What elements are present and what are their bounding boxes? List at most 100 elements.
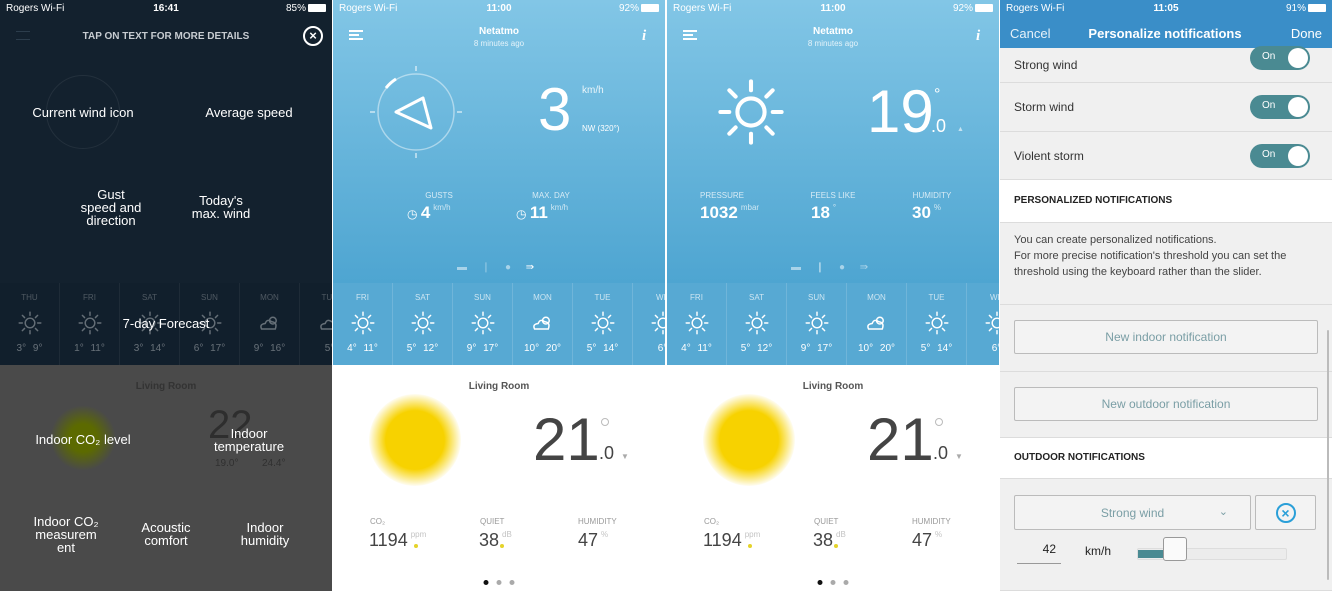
forecast-day[interactable]: TUE 5° 14° (573, 283, 633, 365)
forecast-day[interactable]: WE 6° (967, 283, 999, 365)
menu-icon (16, 31, 30, 40)
forecast-day-label: FRI (690, 293, 703, 302)
forecast-day-label: WE (656, 293, 665, 302)
humidity-value[interactable]: 47% (578, 530, 608, 551)
label-max-wind[interactable]: Today's max. wind (192, 194, 251, 220)
toggle-state: On (1262, 100, 1276, 111)
forecast-day-label: MON (533, 293, 552, 302)
forecast-day[interactable]: SAT 5° 12° (393, 283, 453, 365)
scrollbar[interactable] (1327, 330, 1329, 580)
label-current-wind-icon[interactable]: Current wind icon (32, 106, 133, 119)
quiet-value[interactable]: 38 dB (479, 530, 512, 551)
quiet-value[interactable]: 38 dB (813, 530, 846, 551)
indoor-temp[interactable]: 21 (533, 408, 600, 472)
toggle-switch[interactable]: On (1250, 46, 1310, 70)
co2-value[interactable]: 1194 ppm (703, 530, 760, 551)
cloud-sun-icon (866, 316, 884, 330)
sun-icon (77, 311, 102, 335)
forecast-day[interactable]: FRI 1° 11° (60, 283, 120, 365)
label-indoor-temp[interactable]: Indoor temperature (214, 427, 284, 453)
forecast-day[interactable]: MON 10° 20° (847, 283, 907, 365)
forecast-temps: 5° (324, 343, 332, 354)
info-icon[interactable]: i (642, 28, 646, 45)
battery-percent: 91% (1285, 3, 1306, 14)
drop-icon[interactable]: ● (839, 262, 845, 273)
new-outdoor-notification-button[interactable]: New outdoor notification (1014, 387, 1318, 421)
gusts-value[interactable]: ◷ 4 km/h (407, 203, 451, 223)
outdoor-temp[interactable]: 19 (867, 80, 934, 144)
indoor-temp[interactable]: 21 (867, 408, 934, 472)
forecast-temps: 3° 9° (16, 343, 43, 354)
menu-icon[interactable] (349, 30, 363, 40)
carrier: Rogers Wi-Fi (6, 3, 65, 14)
info-icon[interactable]: i (976, 28, 980, 45)
label-humidity[interactable]: Indoor humidity (241, 521, 289, 547)
label-gust[interactable]: Gust speed and direction (81, 188, 142, 227)
toggle-switch[interactable]: On (1250, 143, 1310, 168)
delete-notification-button[interactable]: × (1255, 495, 1316, 530)
indoor-temp-decimal: .0 (933, 443, 949, 463)
forecast-day[interactable]: SUN 9° 17° (453, 283, 513, 365)
forecast-day-label: TUE (321, 293, 333, 302)
forecast-strip: FRI 4° 11° SAT 5° 12° SUN 9° 17° MON 10° 20° TUE… (667, 283, 999, 365)
forecast-day[interactable]: FRI 4° 11° (667, 283, 727, 365)
label-co2-measurement[interactable]: Indoor CO₂ measurem ent (33, 515, 98, 554)
wind-icon[interactable]: ⇛ (526, 262, 534, 273)
forecast-day[interactable]: SAT 5° 12° (727, 283, 787, 365)
forecast-day[interactable]: THU 3° 9° (0, 283, 60, 365)
co2-label: CO₂ (704, 517, 720, 526)
label-average-speed[interactable]: Average speed (205, 106, 292, 119)
close-icon[interactable]: × (303, 26, 323, 46)
car-icon[interactable]: ▬ (791, 262, 801, 273)
forecast-day[interactable]: MON 9° 16° (240, 283, 300, 365)
toggle-switch[interactable]: On (1250, 95, 1310, 119)
station-name: Netatmo (478, 26, 520, 37)
forecast-day[interactable]: MON 10° 20° (513, 283, 573, 365)
co2-number: 1194 (703, 530, 742, 550)
label-co2-level[interactable]: Indoor CO₂ level (35, 433, 130, 446)
humidity-value[interactable]: 30% (912, 203, 941, 223)
page-dot[interactable] (496, 580, 502, 585)
threshold-slider[interactable] (1137, 537, 1287, 561)
forecast-day[interactable]: TUE 5° (300, 283, 332, 365)
done-button[interactable]: Done (1291, 26, 1322, 41)
chevron-down-icon: ⌄ (1218, 506, 1228, 518)
thermometer-icon[interactable]: ❘ (482, 262, 490, 273)
humidity-value[interactable]: 47% (912, 530, 942, 551)
forecast-day[interactable]: SUN 9° 17° (787, 283, 847, 365)
notification-type-select[interactable]: Strong wind ⌄ (1014, 495, 1251, 530)
threshold-input[interactable]: 42 (1017, 542, 1061, 564)
label-forecast[interactable]: 7-day Forecast (123, 317, 210, 330)
slider-thumb[interactable] (1163, 537, 1187, 561)
co2-value[interactable]: 1194 ppm (369, 530, 426, 551)
forecast-day[interactable]: WE 6° (633, 283, 665, 365)
wind-icon[interactable]: ⇛ (860, 262, 868, 273)
label-acoustic[interactable]: Acoustic comfort (141, 521, 190, 547)
new-indoor-notification-button[interactable]: New indoor notification (1014, 320, 1318, 354)
menu-icon[interactable] (683, 30, 697, 40)
drop-icon[interactable]: ● (505, 262, 511, 273)
wind-speed[interactable]: 3 (538, 78, 571, 142)
page-dot[interactable] (843, 580, 849, 585)
feels-value[interactable]: 18 ° (811, 203, 836, 223)
clock: 11:00 (820, 3, 846, 14)
cancel-button[interactable]: Cancel (1010, 26, 1050, 41)
thermometer-icon[interactable]: ❘ (816, 262, 824, 273)
car-icon[interactable]: ▬ (457, 262, 467, 273)
page-dot[interactable] (483, 580, 489, 585)
forecast-day[interactable]: FRI 4° 11° (333, 283, 393, 365)
forecast-day-label: TUE (594, 293, 611, 302)
pressure-value[interactable]: 1032 mbar (700, 203, 759, 223)
page-dot[interactable] (830, 580, 836, 585)
forecast-day[interactable]: TUE 5° 14° (907, 283, 967, 365)
outdoor-temp-decimal: .0 (931, 116, 947, 136)
page-dot[interactable] (509, 580, 515, 585)
forecast-temps: 4° 11° (681, 343, 712, 354)
cloud-icon (319, 319, 332, 330)
maxday-value[interactable]: ◷ 11 km/h (516, 203, 568, 223)
battery-percent: 92% (952, 3, 973, 14)
pressure-unit: mbar (740, 203, 760, 212)
page-dot[interactable] (817, 580, 823, 585)
battery-icon (308, 4, 326, 13)
battery: 92% (953, 3, 993, 14)
